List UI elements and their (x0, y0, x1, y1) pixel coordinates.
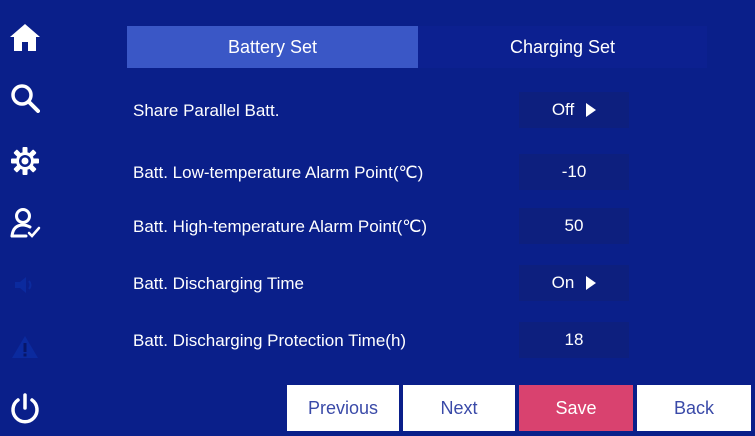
user-button[interactable] (0, 198, 50, 248)
home-button[interactable] (0, 12, 50, 62)
sound-button[interactable] (0, 260, 50, 310)
share-parallel-toggle[interactable]: Off (519, 92, 629, 128)
save-button[interactable]: Save (519, 385, 633, 431)
search-button[interactable] (0, 73, 50, 123)
screen: Battery Set Charging Set Share Parallel … (0, 0, 755, 436)
low-temp-alarm-field[interactable]: -10 (519, 154, 629, 190)
next-button[interactable]: Next (403, 385, 515, 431)
low-temp-alarm-value: -10 (561, 162, 587, 181)
play-arrow-icon (586, 276, 597, 290)
row-label-low-temp-alarm: Batt. Low-temperature Alarm Point(℃) (133, 163, 424, 182)
row-label-share-parallel: Share Parallel Batt. (133, 101, 280, 120)
speaker-icon (13, 274, 37, 296)
row-label-discharging-time: Batt. Discharging Time (133, 274, 305, 293)
settings-button[interactable] (0, 136, 50, 186)
row-label-discharging-protection: Batt. Discharging Protection Time(h) (133, 331, 407, 350)
discharging-time-value: On (551, 273, 575, 292)
power-icon (9, 392, 41, 426)
high-temp-alarm-field[interactable]: 50 (519, 208, 629, 244)
warning-icon (11, 334, 39, 360)
row-label-high-temp-alarm: Batt. High-temperature Alarm Point(℃) (133, 217, 428, 236)
high-temp-alarm-value: 50 (564, 216, 584, 235)
discharging-time-toggle[interactable]: On (519, 265, 629, 301)
gear-icon (10, 146, 40, 176)
tab-battery-set[interactable]: Battery Set (127, 26, 418, 68)
sidebar (0, 0, 50, 436)
alarm-button[interactable] (0, 322, 50, 372)
play-arrow-icon (586, 103, 597, 117)
share-parallel-value: Off (551, 100, 575, 119)
tab-charging-set[interactable]: Charging Set (418, 26, 707, 68)
previous-button[interactable]: Previous (287, 385, 399, 431)
user-check-icon (9, 207, 41, 239)
search-icon (10, 83, 40, 113)
home-icon (9, 22, 41, 52)
main-panel: Battery Set Charging Set Share Parallel … (50, 0, 755, 436)
back-button[interactable]: Back (637, 385, 751, 431)
power-button[interactable] (0, 384, 50, 434)
tab-bar: Battery Set Charging Set (127, 26, 707, 68)
discharging-protection-value: 18 (564, 330, 584, 349)
discharging-protection-field[interactable]: 18 (519, 322, 629, 358)
